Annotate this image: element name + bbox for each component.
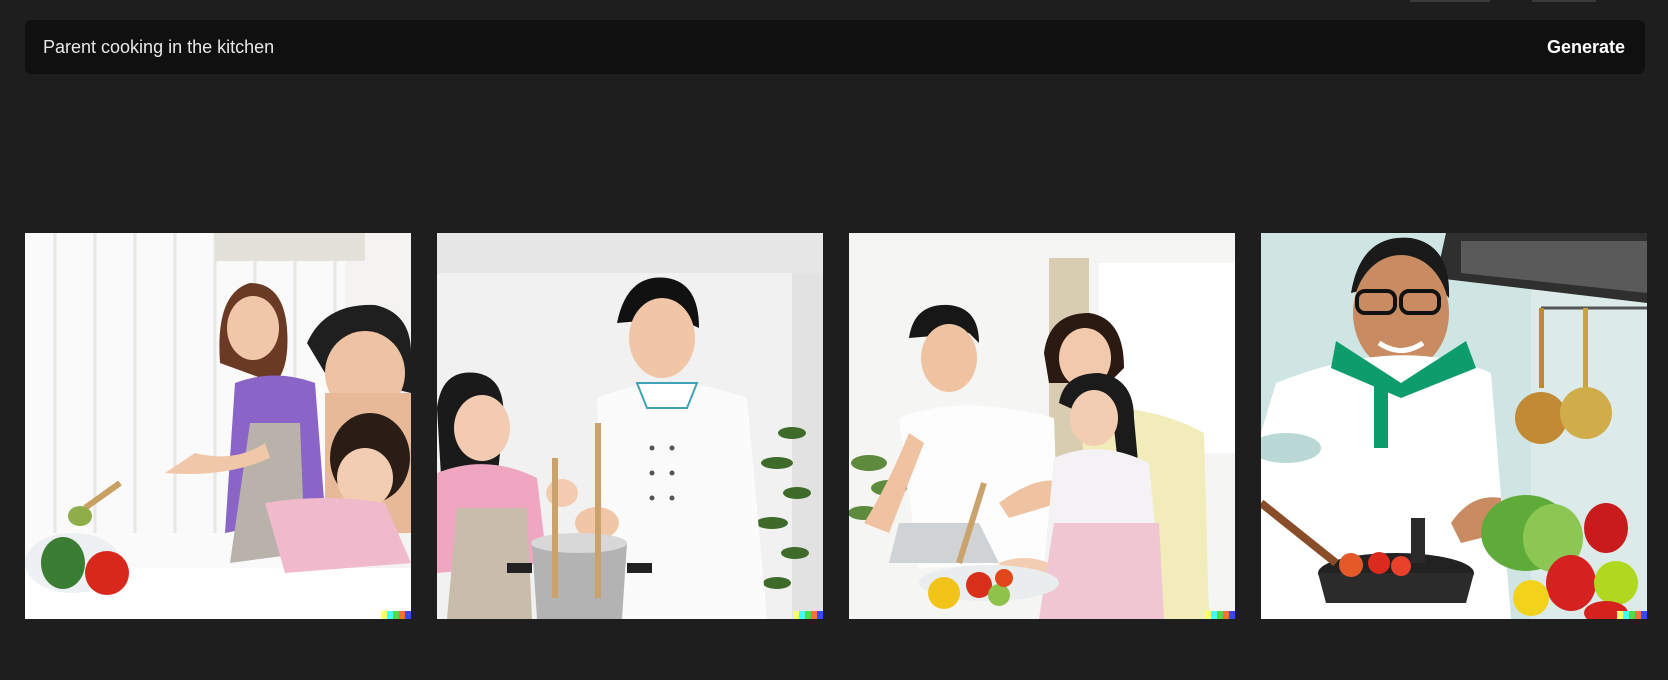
image-1-artwork: [25, 233, 411, 619]
result-image-4[interactable]: [1261, 233, 1647, 619]
image-3-artwork: [849, 233, 1235, 619]
watermark-strip: [1205, 611, 1235, 619]
image-4-artwork: [1261, 233, 1647, 619]
top-tab-indicators: [1410, 0, 1610, 2]
results-gallery: [25, 233, 1647, 619]
prompt-bar: Parent cooking in the kitchen Generate: [25, 20, 1645, 74]
prompt-input[interactable]: Parent cooking in the kitchen: [43, 37, 274, 58]
watermark-strip: [381, 611, 411, 619]
result-image-3[interactable]: [849, 233, 1235, 619]
watermark-strip: [793, 611, 823, 619]
generate-button[interactable]: Generate: [1547, 37, 1625, 58]
result-image-1[interactable]: [25, 233, 411, 619]
watermark-strip: [1617, 611, 1647, 619]
result-image-2[interactable]: [437, 233, 823, 619]
image-2-artwork: [437, 233, 823, 619]
